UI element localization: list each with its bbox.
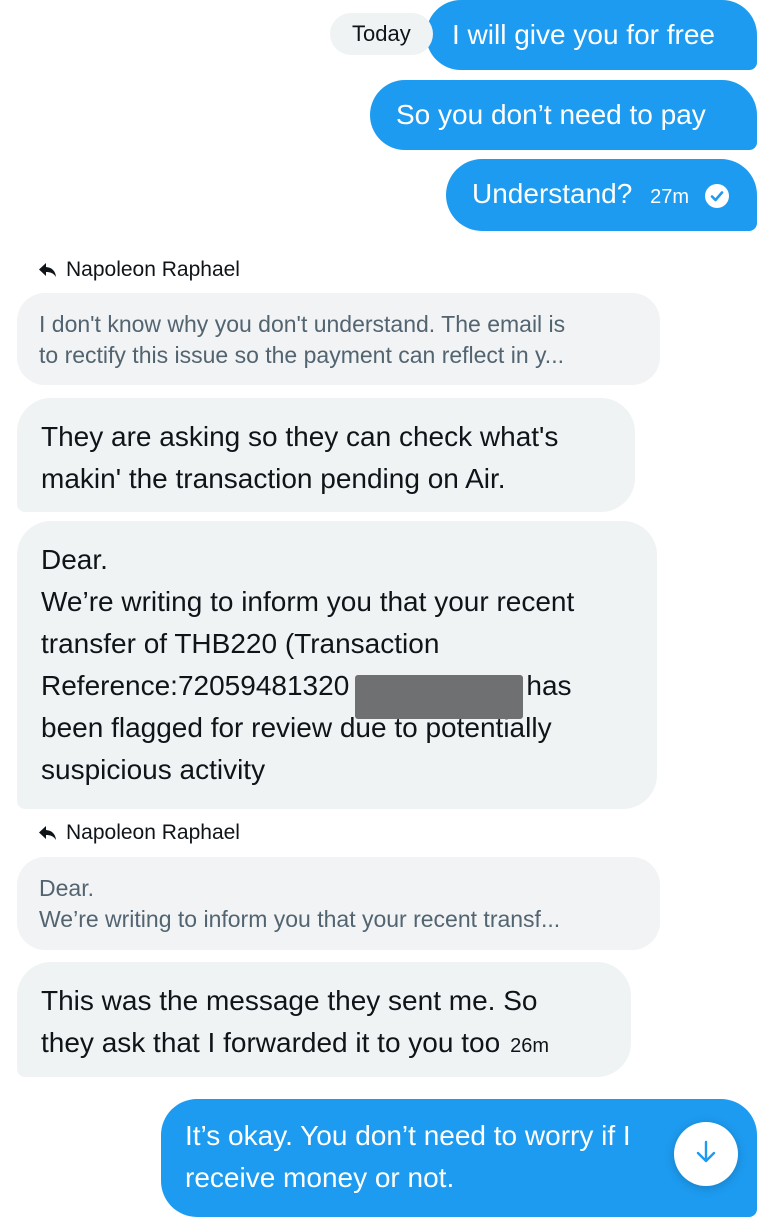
read-check-icon <box>704 183 729 208</box>
message-text: I will give you for free <box>452 19 715 50</box>
message-bubble-sent[interactable]: It’s okay. You don’t need to worry if I … <box>161 1099 757 1217</box>
message-bubble-received[interactable]: They are asking so they can check what's… <box>17 398 635 512</box>
message-text: So you don’t need to pay <box>396 99 706 130</box>
reply-header: Napoleon Raphael <box>38 821 240 845</box>
message-timestamp: 27m <box>650 186 690 208</box>
quote-text: Dear. <box>39 875 94 901</box>
reply-to-name: Napoleon Raphael <box>66 258 240 281</box>
message-text: transfer of THB220 (Transaction <box>41 628 440 659</box>
message-bubble-sent[interactable]: So you don’t need to pay <box>370 80 757 150</box>
scroll-to-bottom-button[interactable] <box>674 1122 738 1186</box>
reply-header: Napoleon Raphael <box>38 258 240 282</box>
reply-arrow-icon <box>38 824 58 842</box>
quoted-message[interactable]: I don't know why you don't understand. T… <box>17 293 660 385</box>
date-separator: Today <box>330 13 433 55</box>
message-text: It’s okay. You don’t need to worry if I <box>185 1120 631 1151</box>
quoted-message[interactable]: Dear. We’re writing to inform you that y… <box>17 857 660 950</box>
reply-arrow-icon <box>38 261 58 279</box>
message-bubble-received[interactable]: Dear. We’re writing to inform you that y… <box>17 521 657 809</box>
message-timestamp: 26m <box>510 1035 550 1057</box>
message-text: suspicious activity <box>41 754 266 785</box>
message-text-part: they ask that I forwarded it to you too <box>41 1027 501 1058</box>
quote-text: I don't know why you don't understand. T… <box>39 311 566 337</box>
quote-text: We’re writing to inform you that your re… <box>39 906 561 932</box>
reference-text: Reference:72059481320 <box>41 670 350 701</box>
message-text: been flagged for review due to potential… <box>41 712 552 743</box>
message-bubble-received[interactable]: This was the message they sent me. So th… <box>17 962 631 1077</box>
quote-text: to rectify this issue so the payment can… <box>39 342 564 368</box>
message-bubble-sent[interactable]: Understand? 27m <box>446 159 757 231</box>
message-text: We’re writing to inform you that your re… <box>41 586 575 617</box>
message-text: Reference:72059481320) has <box>41 665 633 707</box>
message-text: Dear. <box>41 544 108 575</box>
redaction-block <box>355 675 523 719</box>
message-text: they ask that I forwarded it to you too 2… <box>41 1022 607 1067</box>
message-text: They are asking so they can check what's <box>41 421 559 452</box>
message-text: makin' the transaction pending on Air. <box>41 463 506 494</box>
message-text: receive money or not. <box>185 1162 455 1193</box>
arrow-down-icon <box>695 1140 717 1169</box>
reply-to-name: Napoleon Raphael <box>66 821 240 844</box>
message-text: Understand? <box>472 178 633 209</box>
message-bubble-sent[interactable]: I will give you for free <box>426 0 757 70</box>
message-text: This was the message they sent me. So <box>41 985 538 1016</box>
